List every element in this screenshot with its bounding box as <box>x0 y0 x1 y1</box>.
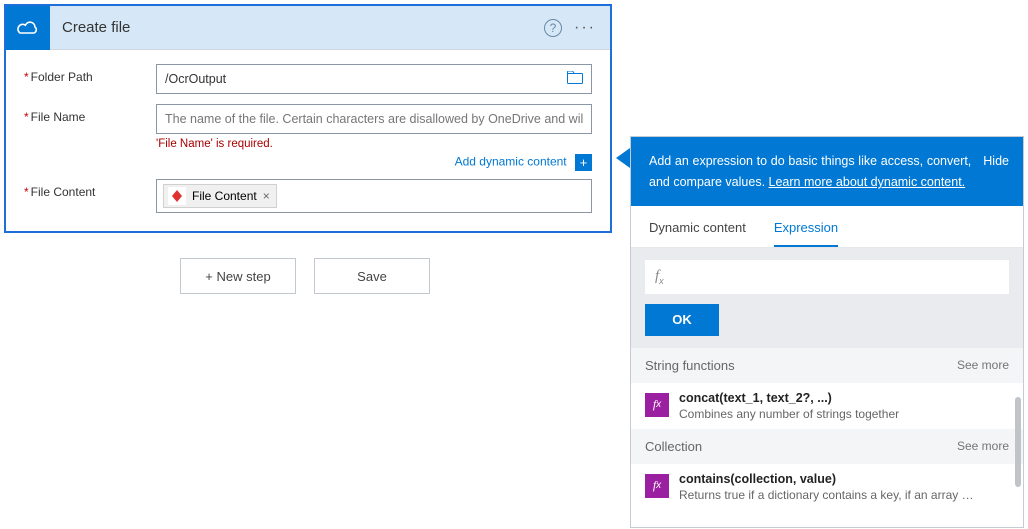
section-title: String functions <box>645 358 735 373</box>
folder-path-row: *Folder Path <box>24 64 592 94</box>
file-content-input[interactable]: File Content × <box>156 179 592 213</box>
ok-button[interactable]: OK <box>645 304 719 336</box>
expression-input[interactable]: fx <box>645 260 1009 294</box>
see-more-string[interactable]: See more <box>957 358 1009 372</box>
fn-title: contains(collection, value) <box>679 472 979 486</box>
fx-badge-icon: fx <box>645 474 669 498</box>
file-content-label: *File Content <box>24 179 156 199</box>
see-more-collection[interactable]: See more <box>957 439 1009 453</box>
file-name-row: *File Name 'File Name' is required. Add … <box>24 104 592 171</box>
expression-editor-area: fx OK <box>631 248 1023 348</box>
fn-contains[interactable]: fx contains(collection, value) Returns t… <box>631 464 1023 510</box>
api-icon <box>168 187 186 205</box>
fx-icon: fx <box>655 268 664 286</box>
new-step-button[interactable]: + New step <box>180 258 296 294</box>
create-file-card: Create file ? ··· *Folder Path *File Nam… <box>4 4 612 233</box>
dynamic-content-row: Add dynamic content + <box>156 154 592 171</box>
panel-header: Add an expression to do basic things lik… <box>631 137 1023 206</box>
save-button[interactable]: Save <box>314 258 430 294</box>
file-content-row: *File Content File Content × <box>24 179 592 213</box>
folder-path-input[interactable] <box>165 72 567 86</box>
fn-title: concat(text_1, text_2?, ...) <box>679 391 899 405</box>
section-title: Collection <box>645 439 702 454</box>
card-header: Create file ? ··· <box>6 6 610 50</box>
expression-panel: Add an expression to do basic things lik… <box>630 136 1024 528</box>
section-collection: Collection See more <box>631 429 1023 464</box>
section-string-functions: String functions See more <box>631 348 1023 383</box>
hide-button[interactable]: Hide <box>983 151 1009 194</box>
help-icon[interactable]: ? <box>544 19 562 37</box>
file-name-input-wrap[interactable] <box>156 104 592 134</box>
add-dynamic-content-link[interactable]: Add dynamic content <box>455 155 567 169</box>
file-name-input[interactable] <box>165 112 583 126</box>
fn-desc: Combines any number of strings together <box>679 407 899 421</box>
folder-path-input-wrap[interactable] <box>156 64 592 94</box>
folder-path-label: *Folder Path <box>24 64 156 84</box>
fn-concat[interactable]: fx concat(text_1, text_2?, ...) Combines… <box>631 383 1023 429</box>
panel-tabs: Dynamic content Expression <box>631 206 1023 248</box>
fx-badge-icon: fx <box>645 393 669 417</box>
plus-icon[interactable]: + <box>575 154 592 171</box>
file-name-error: 'File Name' is required. <box>156 138 592 150</box>
card-body: *Folder Path *File Name 'File Name' is r… <box>6 50 610 231</box>
more-icon[interactable]: ··· <box>574 19 596 37</box>
scrollbar-thumb[interactable] <box>1015 397 1021 487</box>
cloud-icon <box>6 6 50 50</box>
fn-desc: Returns true if a dictionary contains a … <box>679 488 979 502</box>
file-name-label: *File Name <box>24 104 156 124</box>
action-row: + New step Save <box>180 258 430 294</box>
learn-more-link[interactable]: Learn more about dynamic content. <box>769 175 966 189</box>
panel-callout-arrow <box>616 148 630 168</box>
folder-picker-icon[interactable] <box>567 71 583 87</box>
tab-dynamic-content[interactable]: Dynamic content <box>649 220 746 247</box>
tab-expression[interactable]: Expression <box>774 220 838 247</box>
token-remove-icon[interactable]: × <box>263 189 270 203</box>
card-title: Create file <box>50 19 544 36</box>
token-label: File Content <box>192 189 257 203</box>
file-content-token[interactable]: File Content × <box>163 184 277 208</box>
